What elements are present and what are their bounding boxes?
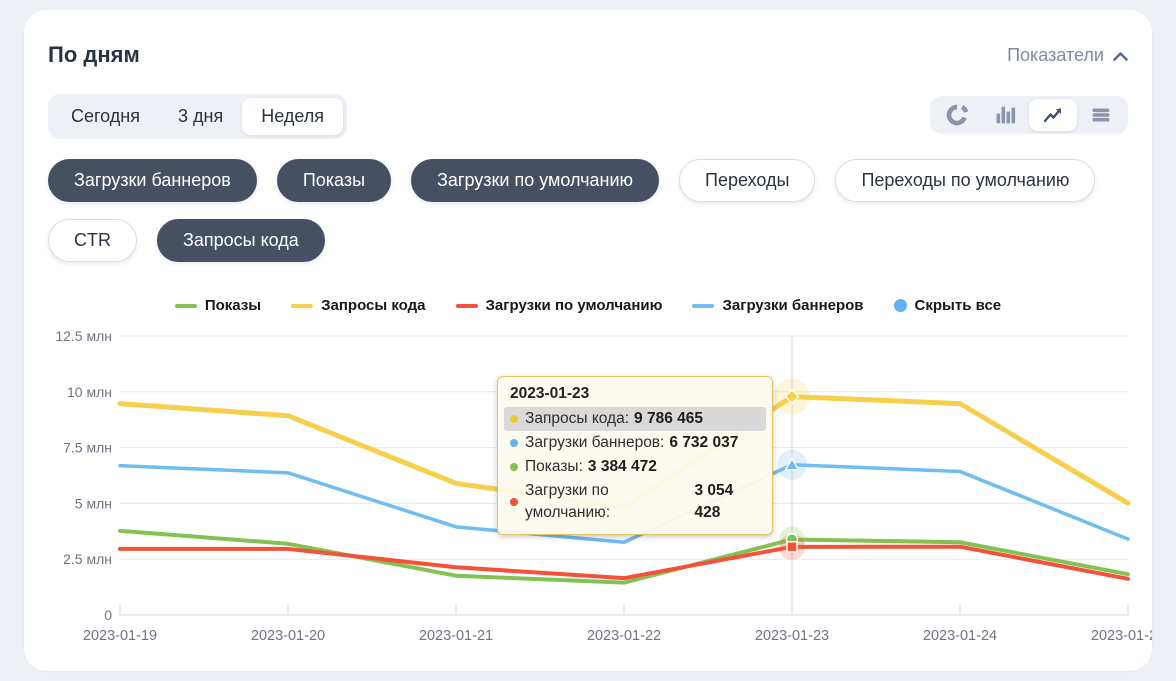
y-axis-label: 12.5 млн bbox=[55, 328, 112, 344]
series-point-square[interactable] bbox=[787, 542, 797, 552]
tooltip-row: Загрузки баннеров:6 732 037 bbox=[504, 431, 766, 455]
tooltip-series-value: 3 384 472 bbox=[588, 456, 657, 478]
tooltip-series-dot bbox=[510, 415, 518, 423]
tooltip-series-dot bbox=[510, 463, 518, 471]
x-axis-label: 2023-01-24 bbox=[923, 628, 997, 644]
tooltip-rows: Запросы кода:9 786 465Загрузки баннеров:… bbox=[504, 407, 766, 525]
x-axis-label: 2023-01-22 bbox=[587, 628, 661, 644]
tooltip-series-value: 3 054 428 bbox=[694, 480, 760, 524]
tooltip-series-dot bbox=[510, 498, 518, 506]
tooltip-row: Запросы кода:9 786 465 bbox=[504, 407, 766, 431]
y-axis-label: 2.5 млн bbox=[63, 551, 112, 567]
chart-canvas[interactable]: 0 2.5 млн 5 млн 7.5 млн 10 млн 12.5 млн 2023-0… bbox=[24, 10, 1152, 671]
tooltip-series-label: Загрузки баннеров: bbox=[525, 432, 664, 454]
tooltip-series-dot bbox=[510, 439, 518, 447]
y-axis-label: 10 млн bbox=[67, 384, 112, 400]
tooltip-series-value: 6 732 037 bbox=[669, 432, 738, 454]
tooltip-series-value: 9 786 465 bbox=[634, 408, 703, 430]
chart-tooltip: 2023-01-23 Запросы кода:9 786 465Загрузк… bbox=[497, 376, 773, 535]
x-axis-label: 2023-01-23 bbox=[755, 628, 829, 644]
tooltip-row: Загрузки по умолчанию:3 054 428 bbox=[504, 479, 766, 525]
series-line-square[interactable] bbox=[120, 547, 1128, 579]
x-axis-label: 2023-01-19 bbox=[83, 628, 157, 644]
x-axis-label: 2023-01-20 bbox=[251, 628, 325, 644]
y-axis-label: 7.5 млн bbox=[63, 440, 112, 456]
x-axis-label: 2023-01-21 bbox=[419, 628, 493, 644]
stats-card: По дням Показатели Сегодня3 дняНеделя bbox=[24, 10, 1152, 671]
series-line-circle[interactable] bbox=[120, 531, 1128, 583]
tooltip-series-label: Запросы кода: bbox=[525, 408, 629, 430]
x-axis-label: 2023-01-25 bbox=[1091, 628, 1152, 644]
tooltip-series-label: Показы: bbox=[525, 456, 583, 478]
y-axis-label: 5 млн bbox=[75, 495, 112, 511]
tooltip-series-label: Загрузки по умолчанию: bbox=[525, 480, 689, 524]
tooltip-row: Показы:3 384 472 bbox=[504, 455, 766, 479]
y-axis-label: 0 bbox=[104, 607, 112, 623]
tooltip-date: 2023-01-23 bbox=[510, 385, 760, 403]
